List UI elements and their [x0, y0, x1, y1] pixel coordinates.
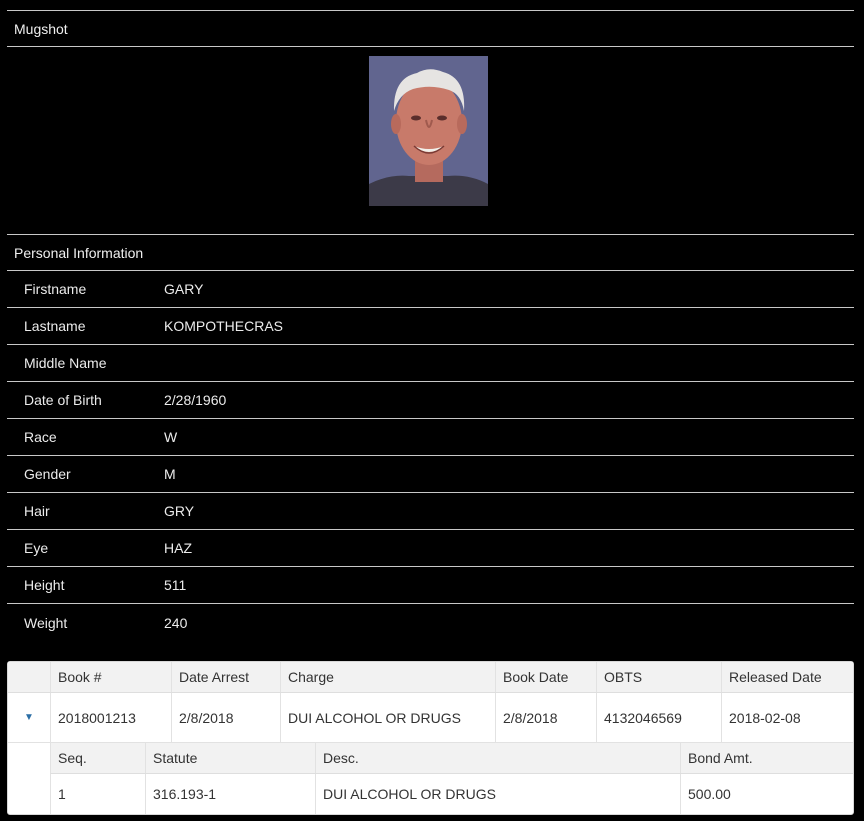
booking-book-date: 2/8/2018: [495, 693, 596, 742]
column-header-statute[interactable]: Statute: [145, 743, 315, 773]
info-row-middle-name: Middle Name: [7, 345, 854, 382]
info-row-hair: Hair GRY: [7, 493, 854, 530]
booking-book-no: 2018001213: [50, 693, 171, 742]
info-value: 240: [164, 614, 188, 631]
mugshot-section-header: Mugshot: [7, 10, 854, 47]
column-header-desc[interactable]: Desc.: [315, 743, 680, 773]
info-value: W: [164, 429, 178, 445]
triangle-down-icon[interactable]: ▼: [8, 693, 50, 742]
info-value: 511: [164, 577, 187, 593]
info-label: Firstname: [24, 281, 87, 297]
info-row-firstname: Firstname GARY: [7, 271, 854, 308]
booking-released-date: 2018-02-08: [721, 693, 853, 742]
mugshot-photo: [369, 56, 488, 206]
info-value: GRY: [164, 503, 195, 519]
info-row-height: Height 511: [7, 567, 854, 604]
info-row-race: Race W: [7, 419, 854, 456]
inmate-detail-page: Mugshot Personal Information Firstname G…: [0, 0, 864, 821]
info-label: Gender: [24, 466, 71, 482]
bookings-table: Book # Date Arrest Charge Book Date OBTS…: [7, 661, 854, 815]
column-header-book-date[interactable]: Book Date: [495, 662, 596, 692]
charge-seq: 1: [58, 786, 66, 802]
personal-info-header-label: Personal Information: [14, 244, 144, 261]
mugshot-header-label: Mugshot: [14, 20, 68, 37]
booking-row: ▼ 2018001213 2/8/2018 DUI ALCOHOL OR DRU…: [8, 693, 853, 743]
booking-charge: DUI ALCOHOL OR DRUGS: [280, 693, 495, 742]
info-value: HAZ: [164, 540, 192, 556]
info-value: KOMPOTHECRAS: [164, 318, 284, 334]
booking-date-arrest: 2/8/2018: [171, 693, 280, 742]
column-header-charge[interactable]: Charge: [280, 662, 495, 692]
info-label: Middle Name: [24, 355, 107, 371]
info-row-weight: Weight 240: [7, 604, 854, 641]
info-label: Height: [24, 577, 65, 593]
info-label: Date of Birth: [24, 392, 102, 408]
info-row-lastname: Lastname KOMPOTHECRAS: [7, 308, 854, 345]
column-header-book-no[interactable]: Book #: [50, 662, 171, 692]
info-row-date-of-birth: Date of Birth 2/28/1960: [7, 382, 854, 419]
info-value: GARY: [164, 281, 204, 297]
charge-bond-amt: 500.00: [680, 774, 854, 814]
info-row-gender: Gender M: [7, 456, 854, 493]
charge-desc: DUI ALCOHOL OR DRUGS: [315, 774, 680, 814]
personal-info-section-header: Personal Information: [7, 234, 854, 271]
column-header-bond-amt[interactable]: Bond Amt.: [680, 743, 854, 773]
column-header-released-date[interactable]: Released Date: [721, 662, 853, 692]
info-row-eye: Eye HAZ: [7, 530, 854, 567]
info-label: Weight: [24, 614, 68, 631]
expander-header-cell: [8, 662, 50, 692]
column-header-date-arrest[interactable]: Date Arrest: [171, 662, 280, 692]
info-label: Eye: [24, 540, 49, 556]
charge-row: 1 316.193-1 DUI ALCOHOL OR DRUGS 500.00: [50, 774, 853, 814]
info-value: M: [164, 466, 176, 482]
charge-statute: 316.193-1: [145, 774, 315, 814]
mugshot-image: [369, 56, 488, 206]
info-label: Hair: [24, 503, 50, 519]
info-label: Race: [24, 429, 57, 445]
bookings-table-header: Book # Date Arrest Charge Book Date OBTS…: [8, 662, 853, 693]
column-header-seq[interactable]: Seq.: [51, 743, 145, 773]
info-value: 2/28/1960: [164, 392, 227, 408]
booking-obts: 4132046569: [596, 693, 721, 742]
info-label: Lastname: [24, 318, 86, 334]
charges-table-header: Seq. Statute Desc. Bond Amt.: [50, 743, 853, 774]
column-header-obts[interactable]: OBTS: [596, 662, 721, 692]
